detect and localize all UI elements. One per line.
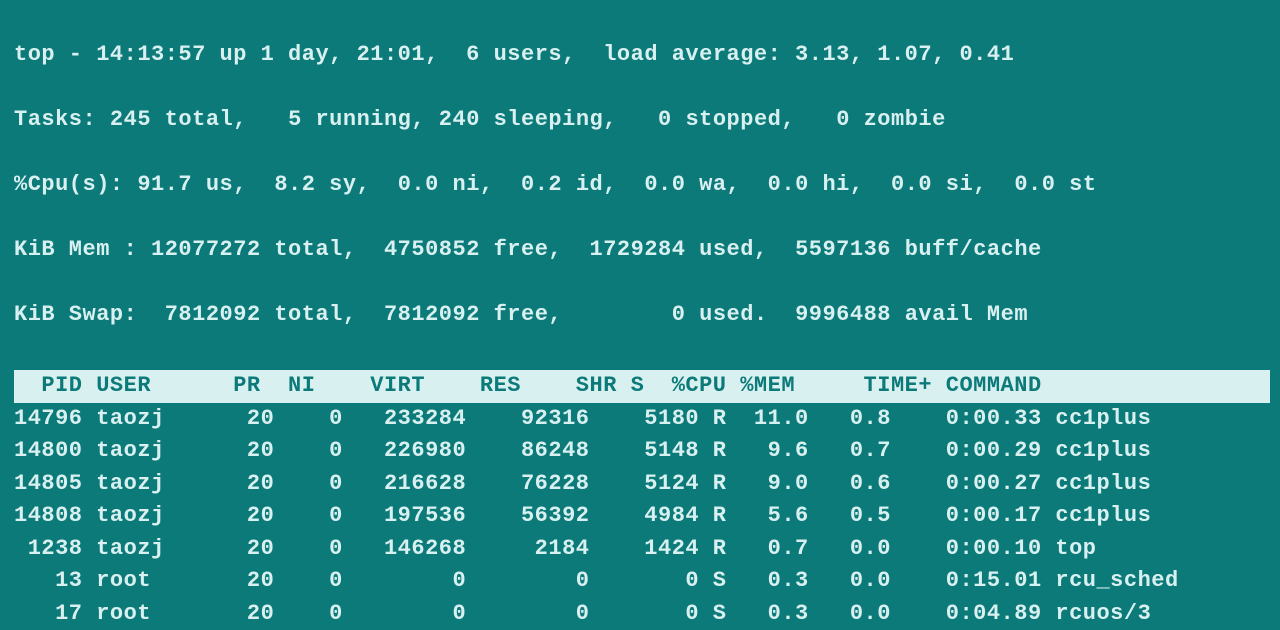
process-row[interactable]: 14808 taozj 20 0 197536 56392 4984 R 5.6…: [14, 500, 1270, 533]
process-row[interactable]: 1238 taozj 20 0 146268 2184 1424 R 0.7 0…: [14, 533, 1270, 566]
process-row[interactable]: 17 root 20 0 0 0 0 S 0.3 0.0 0:04.89 rcu…: [14, 598, 1270, 630]
process-table-body: 14796 taozj 20 0 233284 92316 5180 R 11.…: [14, 403, 1270, 630]
top-terminal: top - 14:13:57 up 1 day, 21:01, 6 users,…: [0, 0, 1280, 630]
summary-line-mem: KiB Mem : 12077272 total, 4750852 free, …: [14, 234, 1270, 267]
summary-line-swap: KiB Swap: 7812092 total, 7812092 free, 0…: [14, 299, 1270, 332]
process-table-header[interactable]: PID USER PR NI VIRT RES SHR S %CPU %MEM …: [14, 370, 1270, 403]
summary-line-cpu: %Cpu(s): 91.7 us, 8.2 sy, 0.0 ni, 0.2 id…: [14, 169, 1270, 202]
summary-line-1: top - 14:13:57 up 1 day, 21:01, 6 users,…: [14, 39, 1270, 72]
process-row[interactable]: 14805 taozj 20 0 216628 76228 5124 R 9.0…: [14, 468, 1270, 501]
process-row[interactable]: 14796 taozj 20 0 233284 92316 5180 R 11.…: [14, 403, 1270, 436]
process-row[interactable]: 13 root 20 0 0 0 0 S 0.3 0.0 0:15.01 rcu…: [14, 565, 1270, 598]
process-row[interactable]: 14800 taozj 20 0 226980 86248 5148 R 9.6…: [14, 435, 1270, 468]
summary-line-tasks: Tasks: 245 total, 5 running, 240 sleepin…: [14, 104, 1270, 137]
